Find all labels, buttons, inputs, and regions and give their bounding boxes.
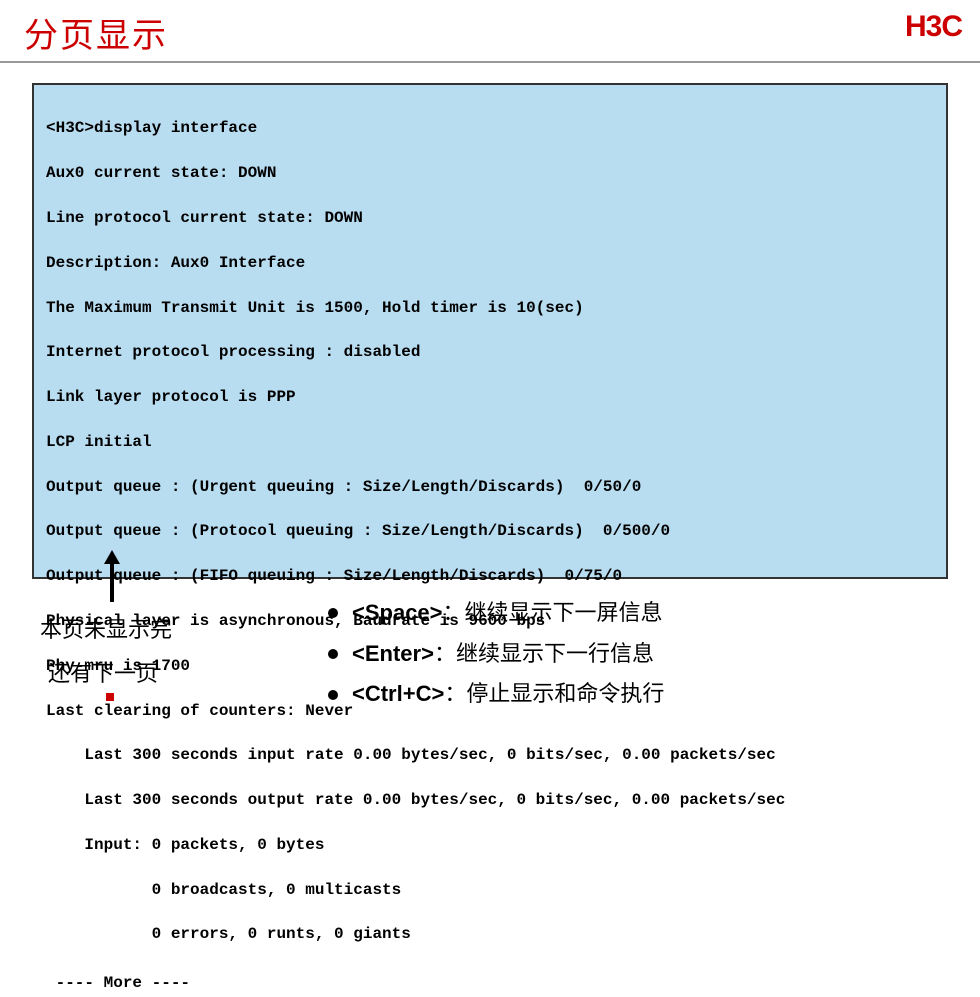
hint-key: <Ctrl+C> — [352, 681, 444, 706]
terminal-line: Output queue : (Urgent queuing : Size/Le… — [46, 476, 946, 498]
terminal-line: Output queue : (FIFO queuing : Size/Leng… — [46, 565, 946, 587]
header-divider — [0, 61, 980, 63]
terminal-line: Description: Aux0 Interface — [46, 252, 946, 274]
annotation-line-2: 还有下一页 — [48, 652, 172, 696]
more-prompt: ---- More ---- — [44, 970, 196, 996]
annotation-line-1: 本页未显示完 — [40, 608, 172, 652]
h3c-logo: H3C — [905, 10, 962, 44]
hint-desc: ：继续显示下一屏信息 — [443, 600, 663, 625]
terminal-line: Last 300 seconds output rate 0.00 bytes/… — [46, 789, 946, 811]
terminal-line: Link layer protocol is PPP — [46, 386, 946, 408]
hint-desc: ：停止显示和命令执行 — [444, 681, 664, 706]
key-hints-list: <Space>：继续显示下一屏信息 <Enter>：继续显示下一行信息 <Ctr… — [328, 593, 664, 715]
terminal-line: LCP initial — [46, 431, 946, 453]
hint-space: <Space>：继续显示下一屏信息 — [328, 593, 664, 634]
terminal-line: Aux0 current state: DOWN — [46, 162, 946, 184]
annotation-left: 本页未显示完 还有下一页 — [40, 608, 172, 696]
arrow-up-icon — [102, 550, 122, 602]
hint-key: <Space> — [352, 600, 443, 625]
bullet-icon — [328, 690, 338, 700]
annotation-arrow — [102, 550, 122, 602]
terminal-line: 0 broadcasts, 0 multicasts — [46, 879, 946, 901]
terminal-line: Line protocol current state: DOWN — [46, 207, 946, 229]
terminal-line: Input: 0 packets, 0 bytes — [46, 834, 946, 856]
hint-desc: ：继续显示下一行信息 — [434, 641, 654, 666]
hint-ctrlc: <Ctrl+C>：停止显示和命令执行 — [328, 674, 664, 715]
terminal-line: Internet protocol processing : disabled — [46, 341, 946, 363]
terminal-line: Output queue : (Protocol queuing : Size/… — [46, 520, 946, 542]
slide-header: 分页显示 H3C — [0, 0, 980, 57]
terminal-line: The Maximum Transmit Unit is 1500, Hold … — [46, 297, 946, 319]
terminal-output: <H3C>display interface Aux0 current stat… — [32, 83, 948, 579]
hint-key: <Enter> — [352, 641, 434, 666]
terminal-line: Last 300 seconds input rate 0.00 bytes/s… — [46, 744, 946, 766]
bullet-icon — [328, 649, 338, 659]
page-title: 分页显示 — [24, 8, 168, 57]
red-marker — [106, 693, 114, 701]
hint-enter: <Enter>：继续显示下一行信息 — [328, 634, 664, 675]
terminal-line: 0 errors, 0 runts, 0 giants — [46, 923, 946, 945]
bullet-icon — [328, 608, 338, 618]
terminal-line: <H3C>display interface — [46, 117, 946, 139]
